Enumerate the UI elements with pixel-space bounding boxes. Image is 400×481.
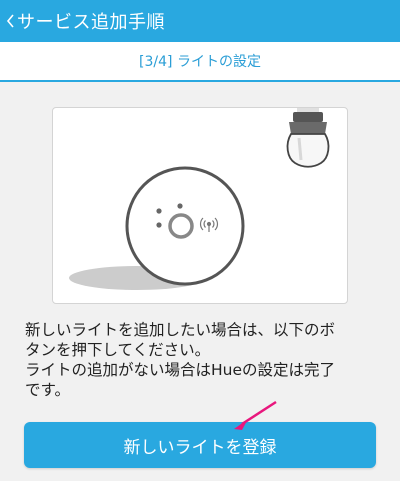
hue-bridge-icon xyxy=(69,166,245,290)
page-title: サービス追加手順 xyxy=(17,12,165,33)
description-text: 新しいライトを追加したい場合は、以下のボ タンを押下してください。 ライトの追加… xyxy=(25,320,380,400)
description-line: タンを押下してください。 xyxy=(25,341,211,359)
description-line: 新しいライトを追加したい場合は、以下のボ xyxy=(25,321,336,339)
register-new-light-button[interactable]: 新しいライトを登録 xyxy=(24,422,376,468)
description-line: です。 xyxy=(25,381,70,399)
setup-illustration xyxy=(52,107,348,304)
light-bulb-icon xyxy=(286,108,330,168)
step-header: [3/4] ライトの設定 xyxy=(0,42,400,82)
chevron-left-icon[interactable] xyxy=(3,10,17,32)
step-title: [3/4] ライトの設定 xyxy=(139,54,261,70)
top-app-bar: サービス追加手順 xyxy=(0,0,400,42)
description-line: ライトの追加がない場合はHueの設定は完了 xyxy=(25,361,336,379)
screen: サービス追加手順 [3/4] ライトの設定 新しいライトを追加したい場合は、以下… xyxy=(0,0,400,481)
register-button-label: 新しいライトを登録 xyxy=(123,437,277,457)
